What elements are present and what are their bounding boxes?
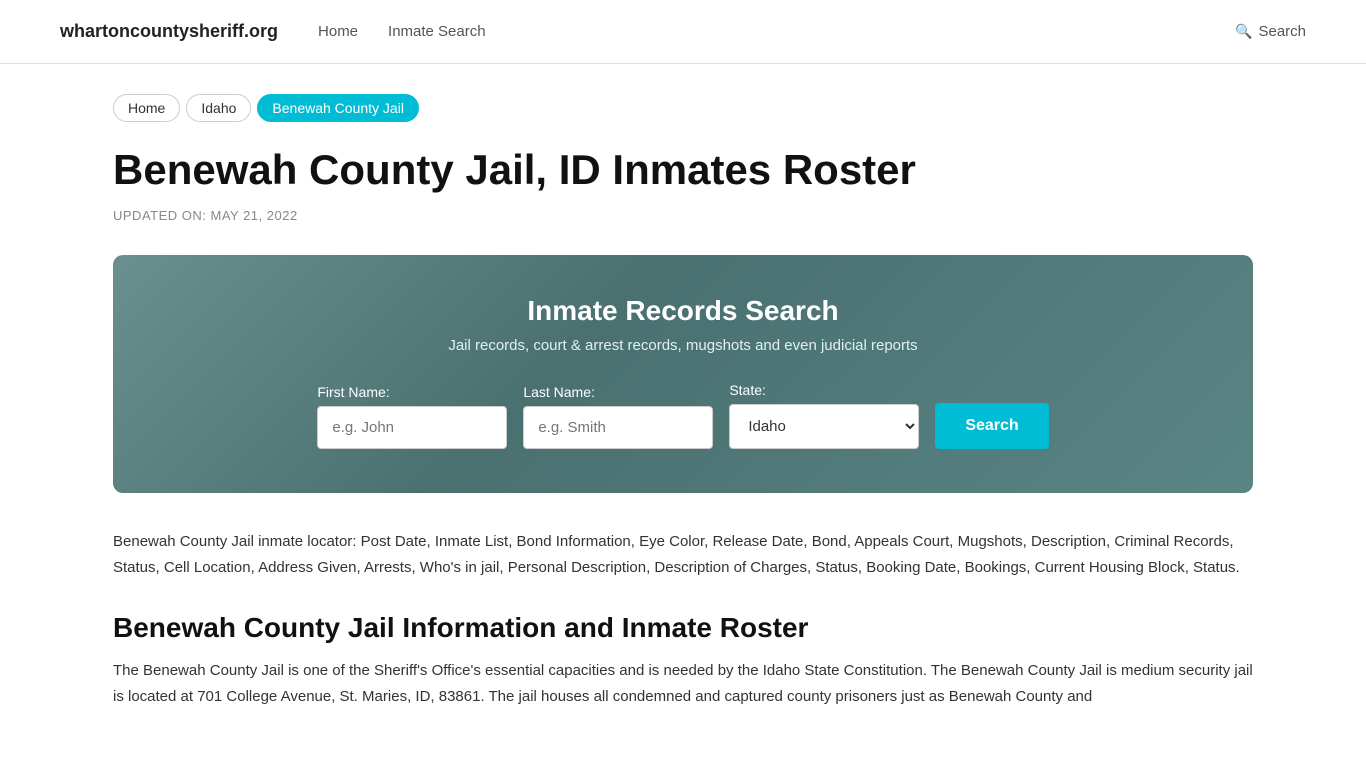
page-title: Benewah County Jail, ID Inmates Roster <box>113 146 1253 194</box>
state-select[interactable]: Idaho Alabama Alaska Arizona Arkansas Ca… <box>729 404 919 449</box>
last-name-group: Last Name: <box>523 384 713 449</box>
breadcrumbs: Home Idaho Benewah County Jail <box>113 94 1253 122</box>
first-name-group: First Name: <box>317 384 507 449</box>
state-label: State: <box>729 382 766 398</box>
nav-link-inmate-search[interactable]: Inmate Search <box>388 23 486 40</box>
breadcrumb-benewah[interactable]: Benewah County Jail <box>257 94 419 122</box>
nav-brand[interactable]: whartoncountysheriff.org <box>60 21 278 42</box>
navigation: whartoncountysheriff.org Home Inmate Sea… <box>0 0 1366 64</box>
search-box-subtitle: Jail records, court & arrest records, mu… <box>163 337 1203 354</box>
breadcrumb-home[interactable]: Home <box>113 94 180 122</box>
state-group: State: Idaho Alabama Alaska Arizona Arka… <box>729 382 919 449</box>
search-form: First Name: Last Name: State: Idaho Alab… <box>163 382 1203 449</box>
updated-on: UPDATED ON: MAY 21, 2022 <box>113 208 1253 223</box>
breadcrumb-idaho[interactable]: Idaho <box>186 94 251 122</box>
last-name-label: Last Name: <box>523 384 595 400</box>
first-name-input[interactable] <box>317 406 507 449</box>
inmate-records-search-box: Inmate Records Search Jail records, cour… <box>113 255 1253 493</box>
nav-search-label: Search <box>1258 23 1306 40</box>
description-text: Benewah County Jail inmate locator: Post… <box>113 529 1253 580</box>
nav-links: Home Inmate Search <box>318 23 1235 40</box>
nav-search[interactable]: 🔍 Search <box>1235 23 1306 40</box>
search-box-title: Inmate Records Search <box>163 295 1203 327</box>
first-name-label: First Name: <box>317 384 389 400</box>
search-icon: 🔍 <box>1235 23 1252 40</box>
last-name-input[interactable] <box>523 406 713 449</box>
section-text: The Benewah County Jail is one of the Sh… <box>113 658 1253 709</box>
search-button[interactable]: Search <box>935 403 1048 449</box>
nav-link-home[interactable]: Home <box>318 23 358 40</box>
section-heading: Benewah County Jail Information and Inma… <box>113 612 1253 644</box>
main-container: Home Idaho Benewah County Jail Benewah C… <box>53 64 1313 749</box>
